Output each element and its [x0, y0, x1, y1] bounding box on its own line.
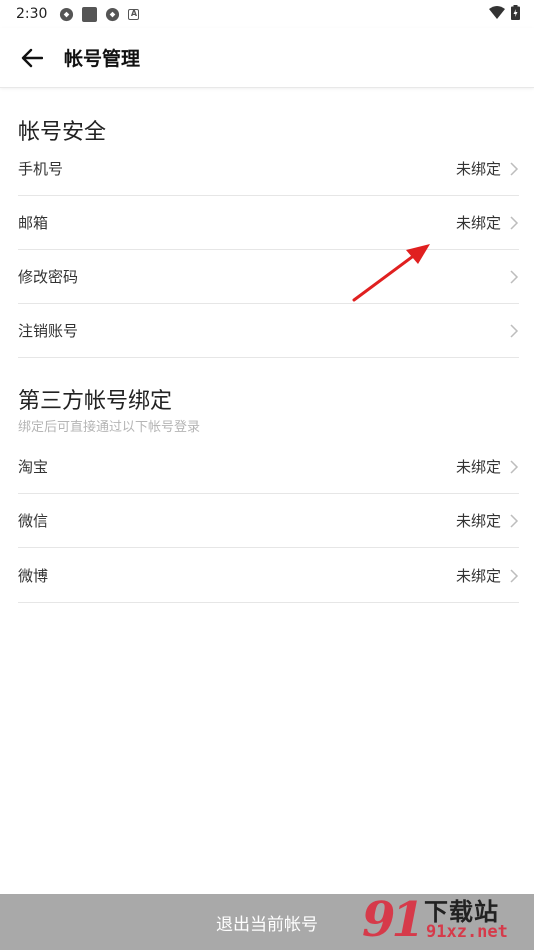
- battery-icon: [511, 5, 520, 20]
- chevron-right-icon: [510, 215, 519, 230]
- annotation-arrow-icon: [352, 244, 430, 302]
- binding-status: 未绑定: [455, 567, 501, 585]
- row-label: 微信: [18, 512, 49, 530]
- row-weibo[interactable]: 微博 未绑定: [18, 549, 519, 603]
- row-label: 手机号: [18, 160, 64, 178]
- wifi-icon: [489, 6, 505, 19]
- row-email[interactable]: 邮箱 未绑定: [18, 196, 519, 250]
- app-a-icon: A: [128, 8, 140, 20]
- watermark-91: 91: [362, 892, 425, 948]
- app-bar: 帐号管理: [0, 28, 534, 88]
- row-label: 淘宝: [18, 458, 49, 476]
- page-title: 帐号管理: [64, 48, 141, 70]
- chevron-right-icon: [510, 269, 519, 284]
- row-cancel-account[interactable]: 注销账号: [18, 304, 519, 358]
- watermark-url: 91xz.net: [426, 922, 508, 942]
- row-change-password[interactable]: 修改密码: [18, 250, 519, 304]
- binding-status: 未绑定: [455, 214, 501, 232]
- row-label: 邮箱: [18, 214, 49, 232]
- chevron-right-icon: [510, 459, 519, 474]
- logout-label: 退出当前帐号: [216, 914, 318, 935]
- arrow-back-icon: [21, 48, 43, 67]
- row-wechat[interactable]: 微信 未绑定: [18, 494, 519, 548]
- sync-icon: [60, 7, 74, 21]
- section-subtitle: 绑定后可直接通过以下帐号登录: [18, 420, 201, 435]
- status-time: 2:30: [16, 6, 48, 22]
- row-label: 修改密码: [18, 268, 79, 286]
- row-label: 微博: [18, 567, 49, 585]
- chevron-right-icon: [510, 513, 519, 528]
- sync-icon-2: [106, 7, 120, 21]
- binding-status: 未绑定: [455, 458, 501, 476]
- notification-square-icon: [82, 6, 98, 22]
- binding-status: 未绑定: [455, 512, 501, 530]
- row-phone[interactable]: 手机号 未绑定: [18, 142, 519, 196]
- row-label: 注销账号: [18, 322, 79, 340]
- chevron-right-icon: [510, 161, 519, 176]
- chevron-right-icon: [510, 568, 519, 583]
- status-bar: 2:30 A: [0, 0, 534, 28]
- row-taobao[interactable]: 淘宝 未绑定: [18, 440, 519, 494]
- back-button[interactable]: [0, 28, 64, 88]
- section-title-third-party: 第三方帐号绑定: [18, 389, 173, 414]
- binding-status: 未绑定: [455, 160, 501, 178]
- chevron-right-icon: [510, 323, 519, 338]
- watermark-logo: 91 下载站 91xz.net: [362, 890, 532, 948]
